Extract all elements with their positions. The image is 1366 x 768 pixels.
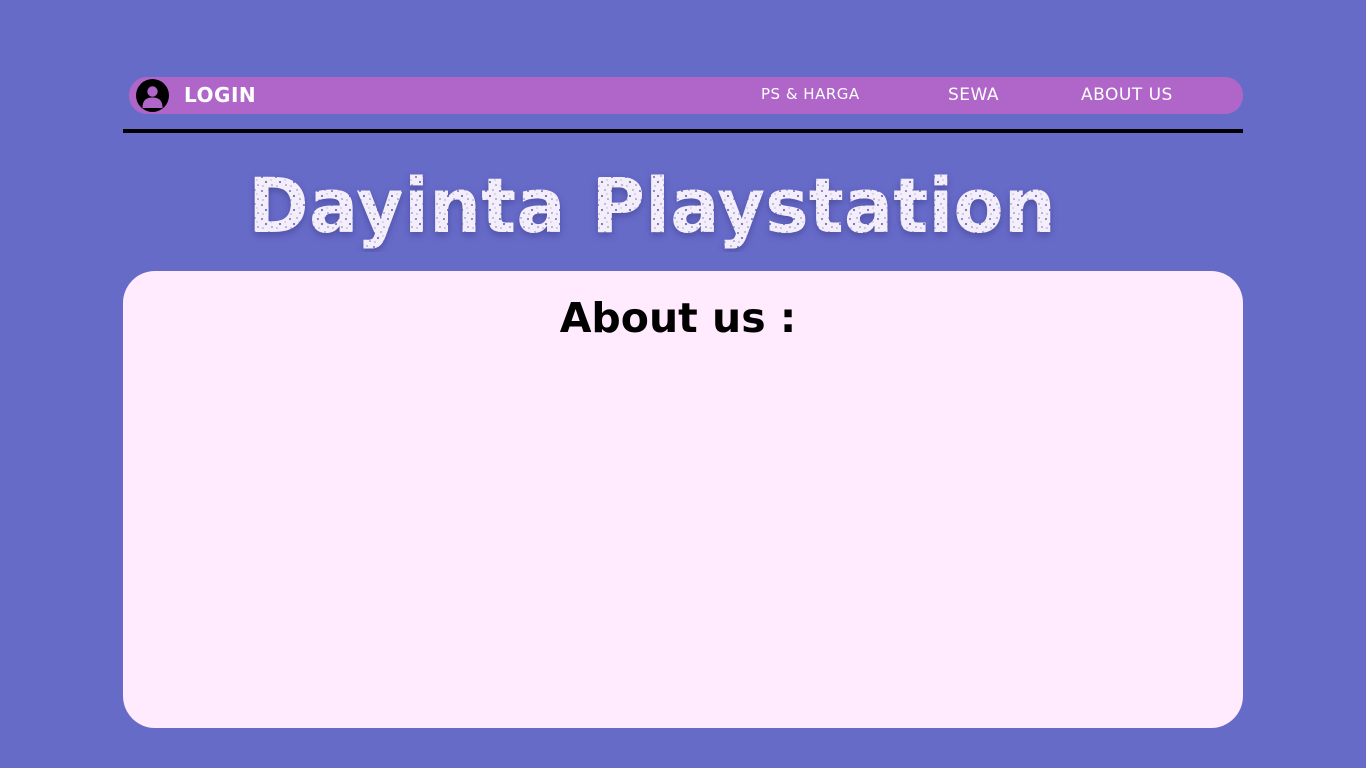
nav-link-sewa[interactable]: SEWA [948, 87, 999, 104]
top-navbar: LOGIN PS & HARGA SEWA ABOUT US [129, 77, 1243, 114]
nav-link-about-us[interactable]: ABOUT US [1081, 87, 1173, 104]
content-card: About us : [123, 271, 1243, 728]
nav-link-ps-harga[interactable]: PS & HARGA [761, 87, 860, 102]
header-divider [123, 129, 1243, 133]
site-title: Dayinta Playstation [246, 160, 1058, 252]
site-title-text: Dayinta Playstation [248, 161, 1056, 250]
login-link[interactable]: LOGIN [184, 85, 256, 105]
user-circle-icon[interactable] [136, 79, 169, 112]
content-heading: About us : [559, 294, 797, 342]
